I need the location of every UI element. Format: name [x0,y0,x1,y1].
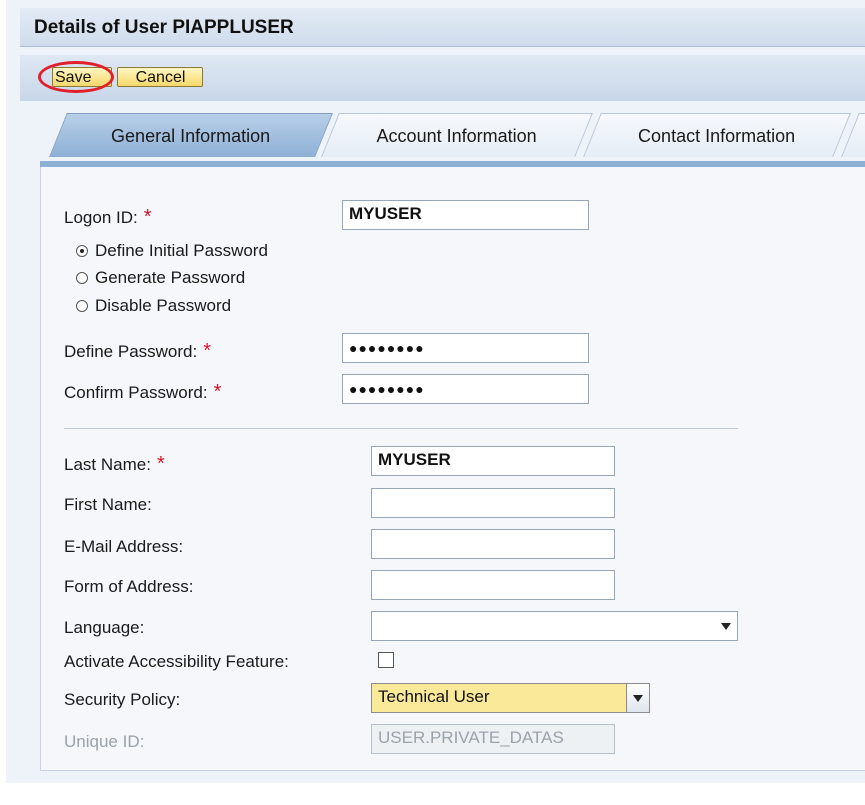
tab-general-information[interactable]: General Information [49,113,333,157]
radio-generate-password[interactable]: Generate Password [76,268,245,288]
form-of-address-input[interactable] [371,570,615,600]
unique-id-input: USER.PRIVATE_DATAS [371,724,615,754]
accessibility-label: Activate Accessibility Feature: [64,652,289,671]
unique-id-label: Unique ID: [64,732,145,751]
tab-strip: General Information Account Information … [40,113,865,161]
section-divider [64,428,738,429]
language-label: Language: [64,618,145,637]
toolbar: Save Cancel [20,55,865,101]
required-marker: * [203,340,212,362]
tab-label: Contact Information [638,126,796,146]
tab-label: A [851,114,865,158]
logon-id-label: Logon ID: * [64,206,152,228]
tab-label: Account Information [376,126,537,146]
security-policy-select[interactable]: Technical User [371,683,650,713]
radio-define-initial-password[interactable]: Define Initial Password [76,241,268,261]
tab-contact-information[interactable]: Contact Information [583,113,851,157]
radio-empty-icon [76,272,88,284]
required-marker: * [143,206,152,228]
last-name-label: Last Name: * [64,453,165,475]
save-button[interactable]: Save [52,67,112,87]
first-name-label: First Name: [64,495,152,514]
define-password-input[interactable]: ●●●●●●●● [342,333,589,363]
chevron-down-icon[interactable] [715,612,737,640]
logon-id-input[interactable]: MYUSER [342,200,589,230]
page-title: Details of User PIAPPLUSER [34,17,294,38]
title-bar: Details of User PIAPPLUSER [20,8,865,47]
tab-account-information[interactable]: Account Information [321,113,593,157]
first-name-input[interactable] [371,488,615,518]
security-policy-label: Security Policy: [64,690,181,709]
cancel-button[interactable]: Cancel [117,67,203,87]
language-select[interactable] [371,611,738,641]
email-input[interactable] [371,529,615,559]
email-label: E-Mail Address: [64,537,184,556]
confirm-password-label: Confirm Password: * [64,381,222,403]
security-policy-value: Technical User [378,687,490,706]
required-marker: * [213,381,222,403]
radio-empty-icon [76,300,88,312]
confirm-password-input[interactable]: ●●●●●●●● [342,374,589,404]
chevron-down-icon[interactable] [626,684,649,712]
form-of-address-label: Form of Address: [64,577,194,596]
define-password-label: Define Password: * [64,340,212,362]
tab-label: General Information [111,126,271,146]
last-name-input[interactable]: MYUSER [371,446,615,476]
accessibility-checkbox[interactable] [378,652,394,668]
radio-disable-password[interactable]: Disable Password [76,296,231,316]
radio-selected-icon [76,245,88,257]
required-marker: * [156,453,165,475]
